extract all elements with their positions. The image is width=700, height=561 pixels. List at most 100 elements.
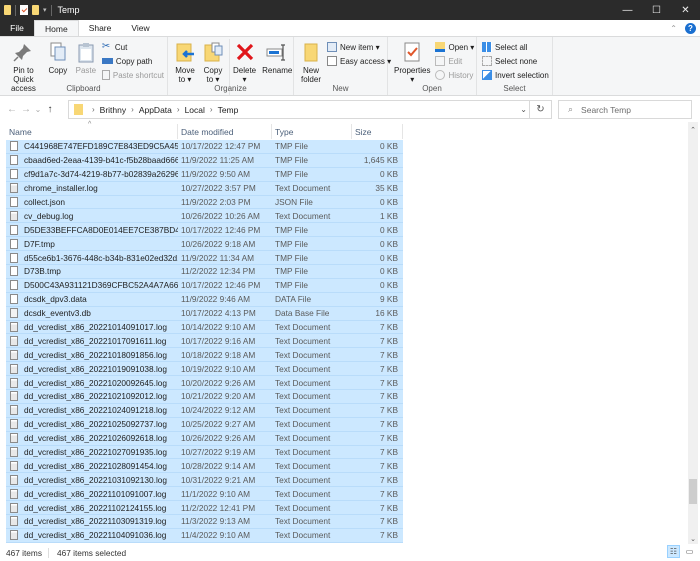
address-bar[interactable]: › Brithny › AppData › Local › Temp ⌄ ↻ [68, 100, 552, 119]
file-row[interactable]: cf9d1a7c-3d74-4219-8b77-b02839a26296... 1… [6, 167, 403, 182]
file-name: dd_vcredist_x86_20221025092737.log [24, 419, 168, 430]
tab-file[interactable]: File [0, 20, 34, 36]
file-row[interactable]: C441968E747EFD189C7E843ED9C5A453C...10/1… [6, 140, 403, 154]
text-document-icon [10, 530, 18, 541]
scroll-up-icon[interactable]: ⌃ [688, 125, 698, 135]
minimize-button[interactable]: — [613, 0, 642, 20]
file-row[interactable]: cv_debug.log 10/26/2022 10:26 AM Text Docu… [6, 209, 403, 224]
file-row[interactable]: D5DE33BEFFCA8D0E014EE7CE387BD4756...10/1… [6, 223, 403, 238]
breadcrumb-appdata[interactable]: AppData [139, 105, 172, 115]
file-row[interactable]: dd_vcredist_x86_20221024091218.log 10/24/… [6, 403, 403, 418]
file-row[interactable]: dd_vcredist_x86_20221014091017.log 10/14/… [6, 320, 403, 335]
easy-access-button[interactable]: Easy access ▾ [327, 55, 391, 67]
file-row[interactable]: collect.json 11/9/2022 2:03 PM JSON File 0 … [6, 195, 403, 210]
maximize-button[interactable]: ☐ [642, 0, 671, 20]
file-name-cell: D7F.tmp [6, 238, 178, 249]
chevron-right-icon[interactable]: › [131, 105, 134, 114]
delete-x-icon [234, 41, 256, 63]
file-row[interactable]: D7F.tmp 10/26/2022 9:18 AM TMP File 0 KB [6, 237, 403, 252]
recent-locations-button[interactable]: ⌄ [33, 105, 43, 114]
details-view-button[interactable]: ☷ [667, 545, 680, 558]
file-name: dd_vcredist_x86_20221019091038.log [24, 363, 168, 374]
file-row[interactable]: cbaad6ed-2eaa-4139-b41c-f5b28baad666... 1… [6, 153, 403, 168]
file-size: 9 KB [380, 294, 398, 305]
tab-home[interactable]: Home [34, 20, 79, 36]
paste-shortcut-button[interactable]: Paste shortcut [101, 69, 164, 81]
search-box[interactable]: ⌕ Search Temp [558, 100, 692, 119]
properties-quick-icon[interactable] [20, 5, 28, 15]
column-header-size[interactable]: Size [352, 124, 403, 139]
clipboard-group: Pin to Quick access Copy Paste ✂ Cut Cop… [0, 37, 168, 95]
file-row[interactable]: dd_vcredist_x86_20221020092645.log 10/20/… [6, 376, 403, 391]
breadcrumb-temp[interactable]: Temp [218, 105, 239, 115]
file-row[interactable]: dd_vcredist_x86_20221102124155.log 11/2/2… [6, 501, 403, 516]
title-bar: ▾ Temp — ☐ ✕ [0, 0, 700, 20]
delete-dropdown-icon[interactable]: ▾ [243, 75, 247, 84]
file-row[interactable]: D500C43A931121D369CFBC52A4A7A6603... 10/1… [6, 278, 403, 293]
column-header-name[interactable]: Name [6, 124, 178, 139]
file-row[interactable]: dd_vcredist_x86_20221101091007.log 11/1/2… [6, 487, 403, 502]
breadcrumb-local[interactable]: Local [185, 105, 205, 115]
copy-path-button[interactable]: Copy path [101, 55, 164, 67]
new-folder-quick-icon[interactable] [32, 5, 39, 15]
cut-label: Cut [114, 42, 128, 52]
forward-button[interactable]: → [19, 104, 33, 115]
tab-view[interactable]: View [121, 20, 159, 36]
file-row[interactable]: dcsdk_dpv3.data 11/9/2022 9:46 AM DATA Fil… [6, 292, 403, 307]
edit-button[interactable]: Edit [435, 55, 474, 67]
large-icons-view-button[interactable]: ▭ [683, 545, 696, 558]
file-type: Text Document [275, 210, 331, 221]
file-row[interactable]: dd_vcredist_x86_20221018091856.log 10/18/… [6, 348, 403, 363]
file-date: 10/27/2022 9:19 AM [181, 447, 256, 458]
vertical-scrollbar[interactable]: ⌃ ⌄ [688, 122, 698, 544]
file-row[interactable]: dd_vcredist_x86_20221017091611.log 10/17/… [6, 334, 403, 349]
select-none-button[interactable]: Select none [482, 55, 549, 67]
help-icon[interactable]: ? [685, 22, 696, 34]
close-button[interactable]: ✕ [671, 0, 700, 20]
breadcrumb-brithny[interactable]: Brithny [100, 105, 126, 115]
new-item-button[interactable]: New item ▾ [327, 41, 391, 53]
file-row[interactable]: d55ce6b1-3676-448c-b34b-831e02ed32d... 11… [6, 251, 403, 266]
address-dropdown-icon[interactable]: ⌄ [520, 105, 527, 114]
file-row[interactable]: dd_vcredist_x86_20221025092737.log 10/25/… [6, 417, 403, 432]
history-button[interactable]: History [435, 69, 474, 81]
collapse-ribbon-icon[interactable]: ⌃ [670, 24, 677, 33]
cut-button[interactable]: ✂ Cut [102, 41, 164, 53]
file-date: 10/27/2022 3:57 PM [181, 183, 256, 194]
select-all-button[interactable]: Select all [482, 41, 549, 53]
file-type: Text Document [275, 488, 331, 499]
invert-selection-button[interactable]: Invert selection [482, 69, 549, 81]
file-row[interactable]: dd_vcredist_x86_20221021092012.log 10/21/… [6, 390, 403, 404]
folder-icon [4, 5, 11, 15]
scrollbar-thumb[interactable] [689, 479, 697, 504]
properties-dropdown-icon[interactable]: ▾ [410, 75, 414, 84]
search-input[interactable]: Search Temp [581, 105, 631, 115]
file-size: 7 KB [380, 391, 398, 402]
tab-share[interactable]: Share [79, 20, 122, 36]
file-row[interactable]: dd_vcredist_x86_20221026092618.log 10/26/… [6, 431, 403, 446]
chevron-right-icon[interactable]: › [177, 105, 180, 114]
column-header-date-modified[interactable]: Date modified [178, 124, 272, 139]
file-name-cell: dd_vcredist_x86_20221031092130.log [6, 474, 178, 485]
chevron-right-icon[interactable]: › [210, 105, 213, 114]
file-row[interactable]: D73B.tmp 11/2/2022 12:34 PM TMP File 0 KB [6, 265, 403, 279]
file-row[interactable]: dd_vcredist_x86_20221031092130.log 10/31/… [6, 473, 403, 488]
back-button[interactable]: ← [5, 104, 19, 115]
folder-icon [74, 104, 83, 115]
open-button[interactable]: Open ▾ [435, 41, 474, 53]
file-row[interactable]: chrome_installer.log 10/27/2022 3:57 PM Te… [6, 181, 403, 196]
scroll-down-icon[interactable]: ⌄ [688, 534, 698, 544]
column-header-type[interactable]: Type [272, 124, 352, 139]
navigation-bar: ← → ⌄ ↑ › Brithny › AppData › Local › Te… [0, 97, 700, 122]
file-row[interactable]: dd_vcredist_x86_20221028091454.log 10/28/… [6, 459, 403, 474]
refresh-button[interactable]: ↻ [529, 101, 551, 118]
up-button[interactable]: ↑ [43, 104, 57, 115]
file-row[interactable]: dcsdk_eventv3.db 10/17/2022 4:13 PM Data B… [6, 306, 403, 321]
customize-toolbar-icon[interactable]: ▾ [43, 6, 47, 14]
chevron-right-icon[interactable]: › [92, 105, 95, 114]
file-row[interactable]: dd_vcredist_x86_20221019091038.log 10/19/… [6, 362, 403, 377]
file-row[interactable]: dd_vcredist_x86_20221027091935.log 10/27/… [6, 445, 403, 460]
file-name-cell: dd_vcredist_x86_20221024091218.log [6, 405, 178, 416]
file-row[interactable]: dd_vcredist_x86_20221104091036.log 11/4/2… [6, 528, 403, 543]
file-row[interactable]: dd_vcredist_x86_20221103091319.log 11/3/2… [6, 515, 403, 529]
